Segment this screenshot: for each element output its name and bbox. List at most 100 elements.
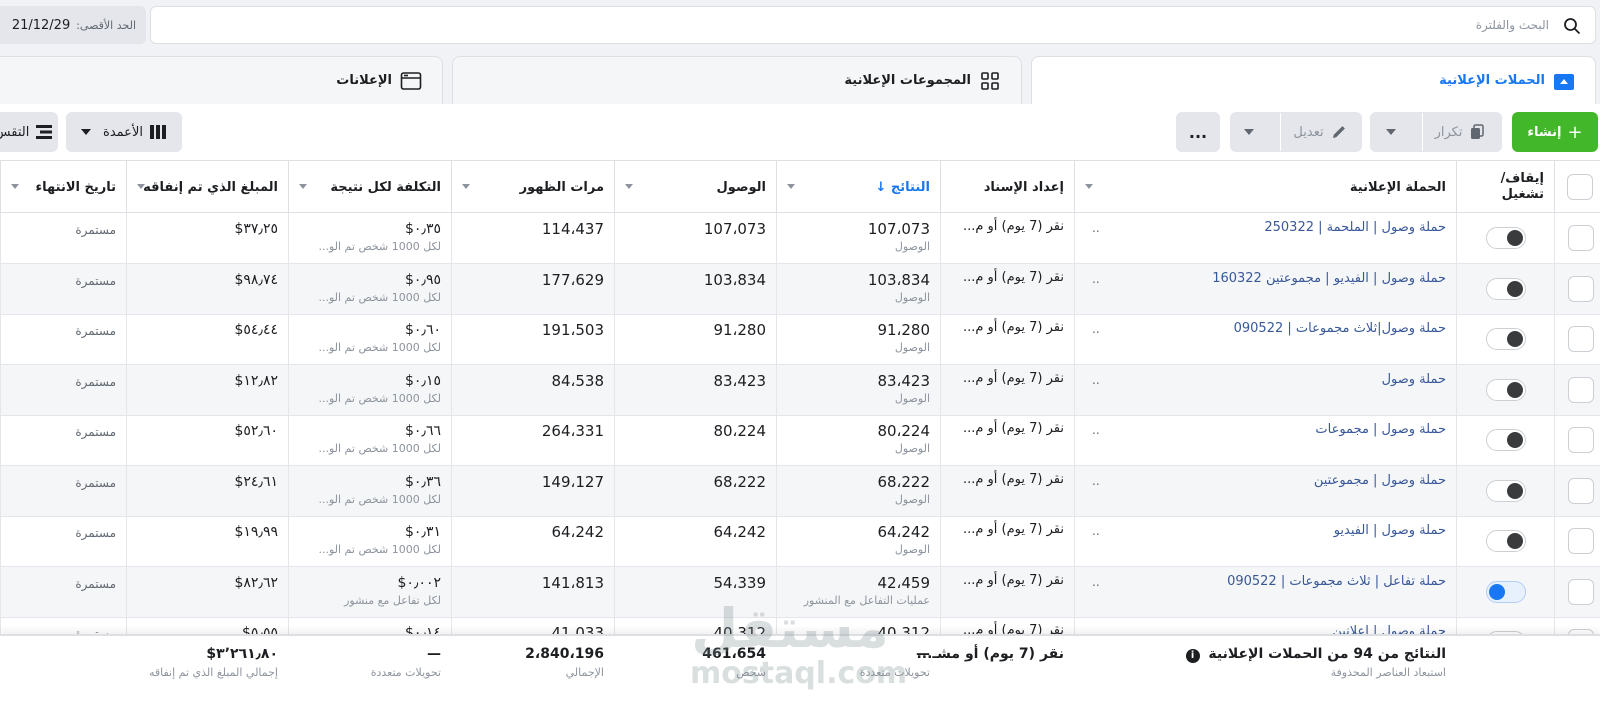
header-amount-spent[interactable]: المبلغ الذي تم إنفاقه: [126, 161, 288, 213]
cost-cell: ٠٫٠٠٢$ لكل تفاعل مع منشور: [344, 574, 441, 607]
campaign-name-cell: حملة وصول | الفيديو..: [1074, 516, 1456, 567]
tab-adsets[interactable]: المجموعات الإعلانية: [452, 56, 1022, 104]
header-attribution-label: إعداد الإسناد: [983, 179, 1064, 195]
results-cell: 107،073 الوصول: [867, 220, 930, 253]
column-divider: [1554, 516, 1555, 567]
header-impressions[interactable]: مرات الظهور: [451, 161, 614, 213]
campaign-name-cell: حملة وصول | الملحمة | 250322..: [1074, 213, 1456, 264]
campaign-name-link[interactable]: حملة وصول | مجموعات: [1315, 422, 1446, 437]
search-input[interactable]: [249, 15, 1549, 35]
row-checkbox[interactable]: [1568, 528, 1594, 554]
chevron-down-icon[interactable]: [1385, 129, 1396, 135]
campaign-toggle[interactable]: [1486, 227, 1526, 249]
duplicate-button[interactable]: تكرار: [1370, 112, 1502, 152]
row-more-dots[interactable]: ..: [1092, 322, 1100, 336]
breakdown-button[interactable]: التقس: [0, 112, 58, 152]
table-header: إيقاف/ تشغيل الحملة الإعلانية إعداد الإس…: [0, 160, 1600, 213]
campaign-name-link[interactable]: حملة وصول | الفيديو | مجموعتين 160322: [1212, 271, 1446, 286]
columns-button[interactable]: الأعمدة: [66, 112, 182, 152]
header-campaign[interactable]: الحملة الإعلانية: [1074, 161, 1456, 213]
campaign-name-link[interactable]: حملة وصول | الفيديو: [1334, 523, 1446, 538]
impressions-cell: 114،437: [541, 220, 604, 238]
table-row[interactable]: حملة وصول.. نقر (7 يوم) أو م... 83،423 الوص…: [0, 364, 1600, 416]
row-checkbox[interactable]: [1568, 326, 1594, 352]
table-row[interactable]: حملة وصول | الفيديو.. نقر (7 يوم) أو م...…: [0, 516, 1600, 567]
tab-label: الإعلانات: [336, 73, 392, 88]
sort-caret-icon: [462, 184, 470, 189]
plus-icon: +: [1567, 121, 1583, 143]
header-attribution[interactable]: إعداد الإسناد: [940, 161, 1074, 213]
cost-cell: ٠٫٣٦$ لكل 1000 شخص تم الو...: [318, 473, 441, 506]
campaign-name-link[interactable]: حملة وصول|ثلاث مجموعات | 090522: [1234, 321, 1446, 336]
row-checkbox[interactable]: [1568, 225, 1594, 251]
table-row[interactable]: حملة تفاعل | ثلاث مجموعات | 090522.. نقر …: [0, 566, 1600, 618]
header-campaign-label: الحملة الإعلانية: [1349, 179, 1446, 195]
column-divider: [1456, 516, 1457, 567]
cost-cell: ٠٫١٥$ لكل 1000 شخص تم الو...: [318, 372, 441, 405]
create-button[interactable]: + إنشاء: [1512, 112, 1598, 152]
more-options-button[interactable]: ...: [1176, 112, 1220, 152]
row-checkbox[interactable]: [1568, 376, 1594, 403]
breakdown-label: التقس: [0, 124, 30, 140]
ad-window-icon: [400, 70, 422, 92]
results-cell: 91،280 الوصول: [877, 321, 930, 354]
campaign-name-cell: حملة وصول | الفيديو | مجموعتين 160322..: [1074, 264, 1456, 315]
folder-icon: [1553, 70, 1575, 92]
header-toggle[interactable]: إيقاف/ تشغيل: [1456, 161, 1554, 213]
campaign-toggle[interactable]: [1486, 378, 1526, 401]
column-divider: [1554, 415, 1555, 466]
campaign-toggle[interactable]: [1486, 479, 1526, 502]
spent-cell: ١٢٫٨٢$: [234, 372, 278, 389]
row-more-dots[interactable]: ..: [1092, 373, 1100, 387]
tab-campaigns[interactable]: الحملات الإعلانية: [1031, 56, 1596, 104]
date-range-button[interactable]: الحد الأقصى: 21/12/29: [0, 6, 146, 44]
campaign-toggle[interactable]: [1486, 328, 1526, 350]
row-more-dots[interactable]: ..: [1092, 474, 1100, 488]
row-more-dots[interactable]: ..: [1092, 221, 1100, 235]
spent-cell: ١٩٫٩٩$: [234, 524, 278, 540]
reach-cell: 103،834: [703, 270, 766, 289]
results-cell: 83،423 الوصول: [877, 371, 930, 405]
impressions-cell: 149،127: [541, 472, 604, 491]
chevron-down-icon[interactable]: [1244, 129, 1255, 135]
header-reach[interactable]: الوصول: [614, 161, 776, 213]
row-more-dots[interactable]: ..: [1092, 524, 1100, 538]
campaign-name-link[interactable]: حملة وصول: [1382, 372, 1446, 387]
table-row[interactable]: حملة وصول | مجموعتين.. نقر (7 يوم) أو م..…: [0, 465, 1600, 517]
sort-caret-icon: [1085, 184, 1093, 189]
tab-ads[interactable]: الإعلانات: [0, 56, 443, 104]
edit-button[interactable]: تعديل: [1230, 112, 1362, 152]
campaign-toggle[interactable]: [1486, 580, 1526, 603]
search-bar[interactable]: [150, 6, 1596, 44]
edit-label: تعديل: [1293, 124, 1324, 140]
reach-cell: 107،073: [703, 220, 766, 238]
table-row[interactable]: حملة وصول | الملحمة | 250322.. نقر (7 يوم…: [0, 213, 1600, 264]
header-results-label: النتائج ↓: [875, 179, 930, 195]
campaign-name-link[interactable]: حملة وصول | مجموعتين: [1314, 473, 1446, 488]
table-row[interactable]: حملة وصول | الفيديو | مجموعتين 160322.. ن…: [0, 263, 1600, 315]
campaign-toggle[interactable]: [1486, 429, 1526, 451]
row-checkbox[interactable]: [1568, 275, 1594, 302]
pencil-icon: [1332, 126, 1345, 138]
table-row[interactable]: حملة وصول|ثلاث مجموعات | 090522.. نقر (7 …: [0, 314, 1600, 365]
table-row[interactable]: حملة وصول | مجموعات.. نقر (7 يوم) أو م...…: [0, 415, 1600, 466]
campaign-toggle[interactable]: [1486, 530, 1526, 552]
campaign-name-link[interactable]: حملة وصول | الملحمة | 250322: [1264, 220, 1446, 235]
campaign-name-link[interactable]: حملة تفاعل | ثلاث مجموعات | 090522: [1227, 574, 1446, 589]
info-icon[interactable]: i: [1185, 649, 1200, 663]
column-divider: [1554, 314, 1555, 365]
header-cost-per-result[interactable]: التكلفة لكل نتيجة: [288, 161, 451, 213]
top-bar: الحد الأقصى: 21/12/29: [0, 0, 1600, 50]
impressions-cell: 177،629: [541, 270, 604, 289]
select-all-checkbox[interactable]: [1567, 174, 1593, 200]
row-more-dots[interactable]: ..: [1092, 272, 1100, 286]
spent-cell: ٣٧٫٢٥$: [234, 221, 278, 237]
header-end-date[interactable]: تاريخ الانتهاء: [0, 161, 126, 213]
campaign-toggle[interactable]: [1486, 277, 1526, 300]
row-more-dots[interactable]: ..: [1092, 423, 1100, 437]
row-checkbox[interactable]: [1568, 477, 1594, 504]
header-results[interactable]: النتائج ↓: [776, 161, 940, 213]
row-checkbox[interactable]: [1568, 578, 1594, 605]
row-more-dots[interactable]: ..: [1092, 575, 1100, 589]
row-checkbox[interactable]: [1568, 427, 1594, 453]
